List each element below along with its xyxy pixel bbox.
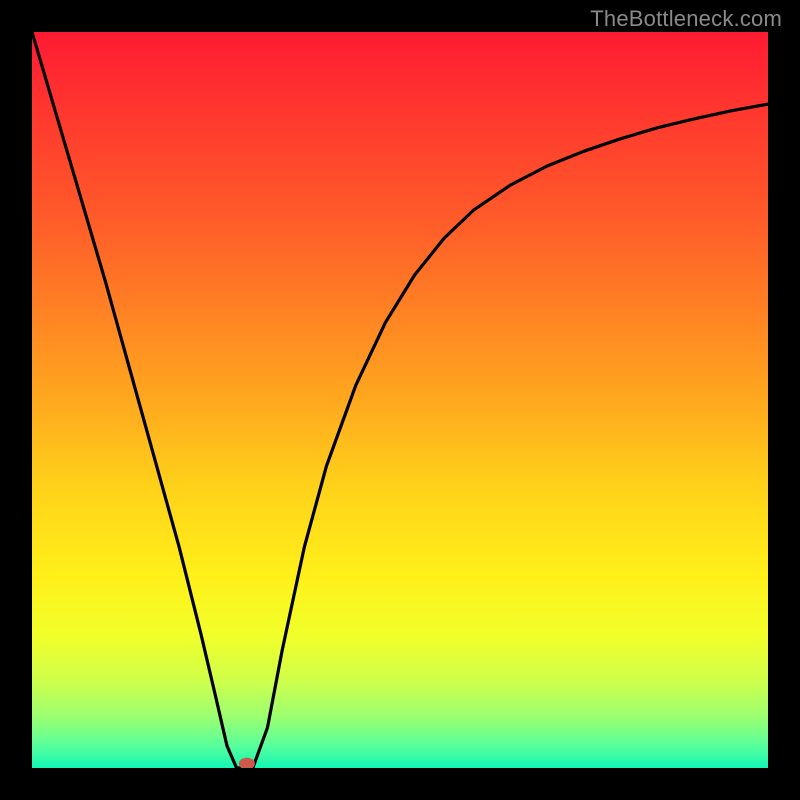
chart-frame: TheBottleneck.com xyxy=(0,0,800,800)
bottleneck-chart xyxy=(32,32,768,768)
plot-area xyxy=(32,32,768,768)
watermark-label: TheBottleneck.com xyxy=(590,6,782,32)
gradient-background xyxy=(32,32,768,768)
